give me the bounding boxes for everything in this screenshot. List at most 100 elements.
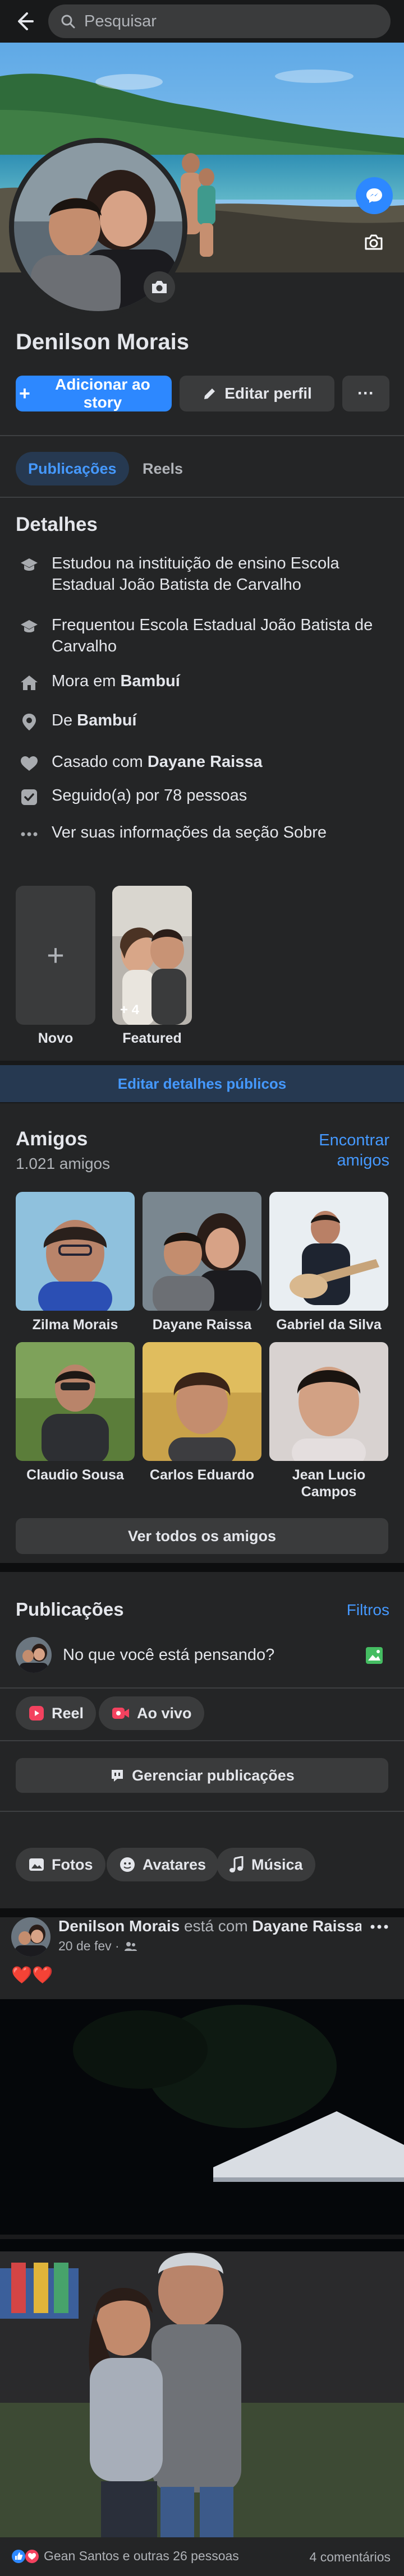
details-divider — [0, 497, 404, 498]
heart-icon — [16, 751, 43, 776]
detail-from: De Bambuí — [16, 710, 388, 734]
edit-profile-label: Editar perfil — [224, 385, 312, 402]
detail-studied-text: Estudou na instituição de ensino Escola … — [52, 554, 339, 594]
friend-name: Carlos Eduardo — [149, 1467, 255, 1483]
photos-icon — [28, 1857, 45, 1872]
graduation-cap-icon — [16, 614, 43, 639]
lives-in-city[interactable]: Bambuí — [120, 672, 180, 690]
posts-title: Publicações — [16, 1599, 124, 1620]
see-all-friends-label: Ver todos os amigos — [127, 1527, 277, 1544]
photos-chip[interactable]: Fotos — [16, 1848, 105, 1881]
friend-card[interactable]: Jean Lucio Campos — [269, 1342, 388, 1500]
detail-from-text: De Bambuí — [43, 710, 136, 731]
friends-title: Amigos — [16, 1128, 88, 1150]
reactions-bar[interactable]: Gean Santos e outras 26 pessoas — [11, 2549, 239, 2564]
tab-reels-label: Reels — [143, 460, 183, 477]
photos-chip-label: Fotos — [52, 1856, 93, 1873]
top-bar: Pesquisar — [0, 0, 404, 43]
post-author-avatar[interactable] — [11, 1917, 50, 1957]
friend-name: Dayane Raissa — [152, 1317, 252, 1333]
add-to-story-label: Adicionar ao story — [55, 376, 150, 411]
avatars-chip-label: Avatares — [143, 1856, 206, 1873]
manage-posts-button[interactable]: Gerenciar publicações — [16, 1758, 388, 1793]
post-header-text: Denilson Morais está com Dayane Raissa. — [58, 1916, 361, 1936]
more-options-button[interactable]: ··· — [342, 376, 389, 411]
like-reaction-icon — [11, 2549, 26, 2564]
more-dots-icon — [16, 822, 43, 847]
location-pin-icon — [16, 710, 43, 734]
find-friends-link[interactable]: Encontrar amigos — [303, 1130, 389, 1171]
add-to-story-button[interactable]: + Adicionar ao story — [16, 376, 172, 411]
reel-button[interactable]: Reel — [16, 1696, 97, 1730]
edit-profile-button[interactable]: Editar perfil — [180, 376, 334, 411]
detail-see-about[interactable]: Ver suas informações da seção Sobre — [16, 822, 388, 847]
friend-photo — [269, 1342, 388, 1461]
find-friends-line1: Encontrar — [319, 1131, 389, 1149]
friend-name: Gabriel da Silva — [276, 1317, 382, 1333]
detail-lives-in-text: Mora em Bambuí — [43, 670, 180, 692]
detail-see-about-text[interactable]: Ver suas informações da seção Sobre — [43, 822, 327, 843]
find-friends-line2: amigos — [337, 1151, 390, 1169]
plus-icon: + — [47, 938, 65, 972]
back-arrow-icon[interactable] — [10, 8, 37, 35]
avatar-camera-icon[interactable] — [144, 271, 175, 303]
post-options-icon[interactable] — [367, 1918, 392, 1935]
from-prefix: De — [52, 711, 77, 729]
see-all-friends-button[interactable]: Ver todos os amigos — [16, 1518, 388, 1554]
composer-avatar[interactable] — [16, 1637, 52, 1673]
photo-picker-icon[interactable] — [364, 1645, 385, 1666]
tab-reels[interactable]: Reels — [130, 452, 195, 485]
followers-icon — [16, 785, 43, 810]
married-partner[interactable]: Dayane Raissa — [148, 753, 263, 771]
section-separator — [0, 1563, 404, 1572]
post-tagged-person[interactable]: Dayane Raissa — [252, 1917, 361, 1935]
friend-name: Claudio Sousa — [26, 1467, 124, 1483]
detail-attended-text: Frequentou Escola Estadual João Batista … — [52, 616, 373, 655]
friend-card[interactable]: Carlos Eduardo — [143, 1342, 261, 1483]
filters-link[interactable]: Filtros — [337, 1601, 389, 1619]
music-note-icon — [229, 1856, 245, 1873]
friends-count: 1.021 amigos — [16, 1155, 111, 1172]
divider — [0, 1740, 404, 1741]
post-author[interactable]: Denilson Morais — [58, 1917, 180, 1935]
comments-count[interactable]: 4 comentários — [281, 2550, 391, 2565]
edit-public-details-label: Editar detalhes públicos — [117, 1075, 287, 1092]
friend-photo — [269, 1192, 388, 1311]
divider — [0, 1687, 404, 1689]
friend-photo — [143, 1192, 261, 1311]
new-highlight-label: Novo — [38, 1030, 74, 1046]
post-meta: 20 de fev · — [58, 1939, 137, 1954]
avatars-chip[interactable]: Avatares — [107, 1848, 219, 1881]
graduation-cap-icon — [16, 553, 43, 577]
cover-camera-icon[interactable] — [360, 229, 387, 256]
featured-highlight[interactable]: + 4 — [112, 886, 192, 1025]
live-button[interactable]: Ao vivo — [99, 1696, 204, 1730]
friend-photo — [16, 1342, 135, 1461]
post-photo[interactable] — [0, 1999, 404, 2537]
friend-card[interactable]: Dayane Raissa — [143, 1192, 261, 1333]
friend-card[interactable]: Zilma Morais — [16, 1192, 135, 1333]
edit-public-details-button[interactable]: Editar detalhes públicos — [0, 1065, 404, 1102]
detail-lives-in: Mora em Bambuí — [16, 670, 388, 695]
friend-card[interactable]: Claudio Sousa — [16, 1342, 135, 1483]
detail-attended: Frequentou Escola Estadual João Batista … — [16, 614, 388, 657]
friend-name: Zilma Morais — [32, 1317, 118, 1333]
avatar-face-icon — [119, 1856, 136, 1873]
plus-icon: + — [19, 383, 30, 404]
music-chip[interactable]: Música — [217, 1848, 315, 1881]
live-label: Ao vivo — [137, 1704, 192, 1722]
from-city[interactable]: Bambuí — [77, 711, 136, 729]
music-chip-label: Música — [251, 1856, 303, 1873]
tab-publicacoes[interactable]: Publicações — [16, 452, 129, 485]
search-input[interactable]: Pesquisar — [48, 4, 391, 38]
new-highlight-button[interactable]: + — [16, 886, 95, 1025]
friend-name: Jean Lucio Campos — [292, 1467, 366, 1500]
married-prefix: Casado com — [52, 753, 148, 771]
messenger-icon[interactable] — [356, 177, 393, 214]
featured-highlight-label: Featured — [122, 1030, 182, 1046]
post-date[interactable]: 20 de fev · — [58, 1939, 120, 1954]
friend-card[interactable]: Gabriel da Silva — [269, 1192, 388, 1333]
featured-count: + 4 — [120, 1002, 140, 1018]
post-connector: está com — [180, 1917, 252, 1935]
composer-input[interactable]: No que você está pensando? — [63, 1646, 274, 1664]
